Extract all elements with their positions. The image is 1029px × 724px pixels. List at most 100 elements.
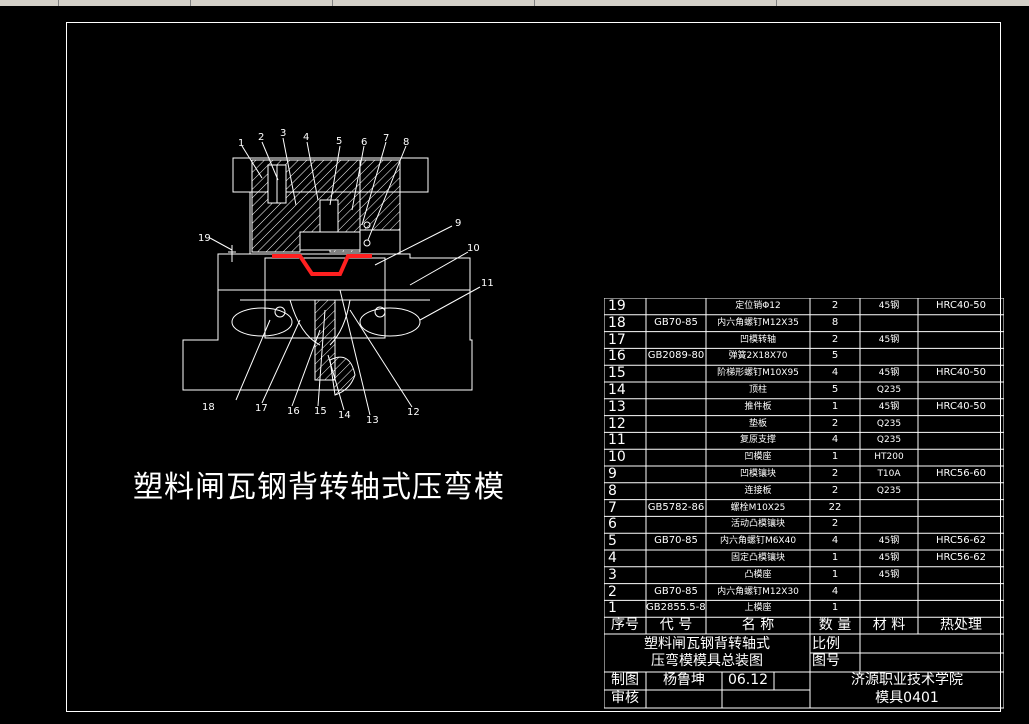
bom-qty: 2 [831,484,839,496]
bom-heat: HRC40-50 [935,400,986,412]
bom-header-seq: 序号 [611,617,639,634]
bom-seq: 7 [608,499,617,516]
callout-5: 5 [336,136,342,147]
bom-seq: 10 [608,449,626,466]
bom-qty: 5 [831,384,839,395]
bom-material: T10A [877,469,901,479]
bom-material [860,584,918,601]
callout-6: 6 [361,137,367,148]
bom-material: Q235 [876,418,902,429]
bom-material: 45钢 [878,301,900,311]
school-name: 济源职业技术学院 [851,672,963,688]
bom-qty: 4 [831,434,839,446]
bom-code: GB2855.5-81 [646,602,706,614]
right-rotating-cam [359,307,421,337]
bom-qty: 1 [831,400,839,412]
callout-15: 15 [314,406,327,417]
bom-heat [918,584,1004,601]
bom-name: 阶梯形螺钉M10X95 [717,368,799,379]
bom-qty: 2 [831,300,839,311]
drawn-label: 制图 [611,672,639,688]
bom-name: 凹模镶块 [739,469,776,479]
bom-name: 凹模转轴 [739,334,776,345]
callout-2: 2 [258,132,264,143]
bom-code [646,298,706,315]
drawing-date: 06.12 [727,672,769,688]
bom-code: GB2089-80 [647,350,705,362]
bom-seq: 11 [608,432,626,449]
bom-heat: HRC40-50 [935,300,986,311]
bom-material [860,516,918,533]
bom-qty: 2 [831,333,839,345]
bom-name: 垫板 [748,418,767,429]
bom-code [646,550,706,567]
bom-name: 定位销Φ12 [735,301,781,311]
class-name: 模具0401 [875,690,939,706]
callout-8: 8 [403,137,409,148]
bom-name: 上模座 [744,603,772,614]
bom-qty: 2 [831,518,839,530]
callout-9: 9 [455,218,461,229]
bom-material: HT200 [874,452,904,463]
bom-material: 45钢 [878,334,900,345]
bom-material [860,315,918,332]
bom-qty: 1 [831,451,839,463]
bom-qty: 4 [831,585,839,597]
bom-material: 45钢 [878,569,900,580]
bom-name: 弹簧2X18X70 [728,351,788,362]
bom-code [646,382,706,399]
bom-seq: 9 [608,466,617,482]
bom-seq: 13 [608,398,626,415]
bom-code [646,432,706,449]
bom-qty: 1 [831,568,839,580]
bom-seq: 17 [608,331,626,348]
bom-code [646,449,706,466]
bom-code [646,332,706,349]
bom-seq: 12 [608,415,626,432]
bom-name: 凹模座 [744,452,772,463]
bom-heat [918,500,1004,517]
bom-heat: HRC40-50 [935,367,986,379]
callout-11: 11 [481,278,494,289]
bom-name: 内六角螺钉M12X35 [717,317,799,328]
bom-seq: 19 [608,298,626,314]
bom-seq: 1 [608,600,617,617]
bom-heat [918,348,1004,365]
drawing-title: 塑料闸瓦钢背转轴式压弯模 [133,470,505,505]
bom-material [860,500,918,517]
bom-code: GB70-85 [654,316,698,328]
bom-name: 固定凸模镶块 [730,553,785,563]
bom-qty: 1 [831,602,839,614]
callout-7: 7 [383,133,389,144]
checked-label: 审核 [611,690,639,706]
bom-name: 螺栓M10X25 [730,502,786,513]
bom-header-qty: 数 量 [818,617,852,634]
bom-heat: HRC56-62 [935,552,986,563]
bom-material [860,348,918,365]
bom-heat [918,483,1004,500]
bom-name: 顶柱 [748,385,767,395]
bom-name: 活动凸模镶块 [730,519,785,530]
drawing-name-line1: 塑料闸瓦钢背转轴式 [644,636,770,652]
drawn-by: 杨鲁坤 [663,672,705,688]
bom-heat [918,315,1004,332]
bom-code [646,399,706,416]
bom-code [646,466,706,483]
bom-material: Q235 [876,435,902,446]
bom-qty: 8 [831,316,839,328]
bom-heat: HRC56-60 [935,468,986,479]
callout-19: 19 [198,233,211,244]
bom-name: 复原支撑 [739,435,776,446]
callout-14: 14 [338,410,351,421]
bom-qty: 2 [831,468,839,479]
bom-seq: 6 [608,516,617,533]
callout-13: 13 [366,415,379,426]
bom-material: 45钢 [878,368,900,379]
bom-name: 内六角螺钉M6X40 [719,536,797,547]
bom-material: 45钢 [878,536,900,547]
bom-qty: 22 [828,501,842,513]
bom-qty: 4 [831,367,839,379]
bom-heat [918,567,1004,584]
bom-header-heat: 热处理 [940,617,982,634]
scale-label: 比例 [812,636,840,652]
